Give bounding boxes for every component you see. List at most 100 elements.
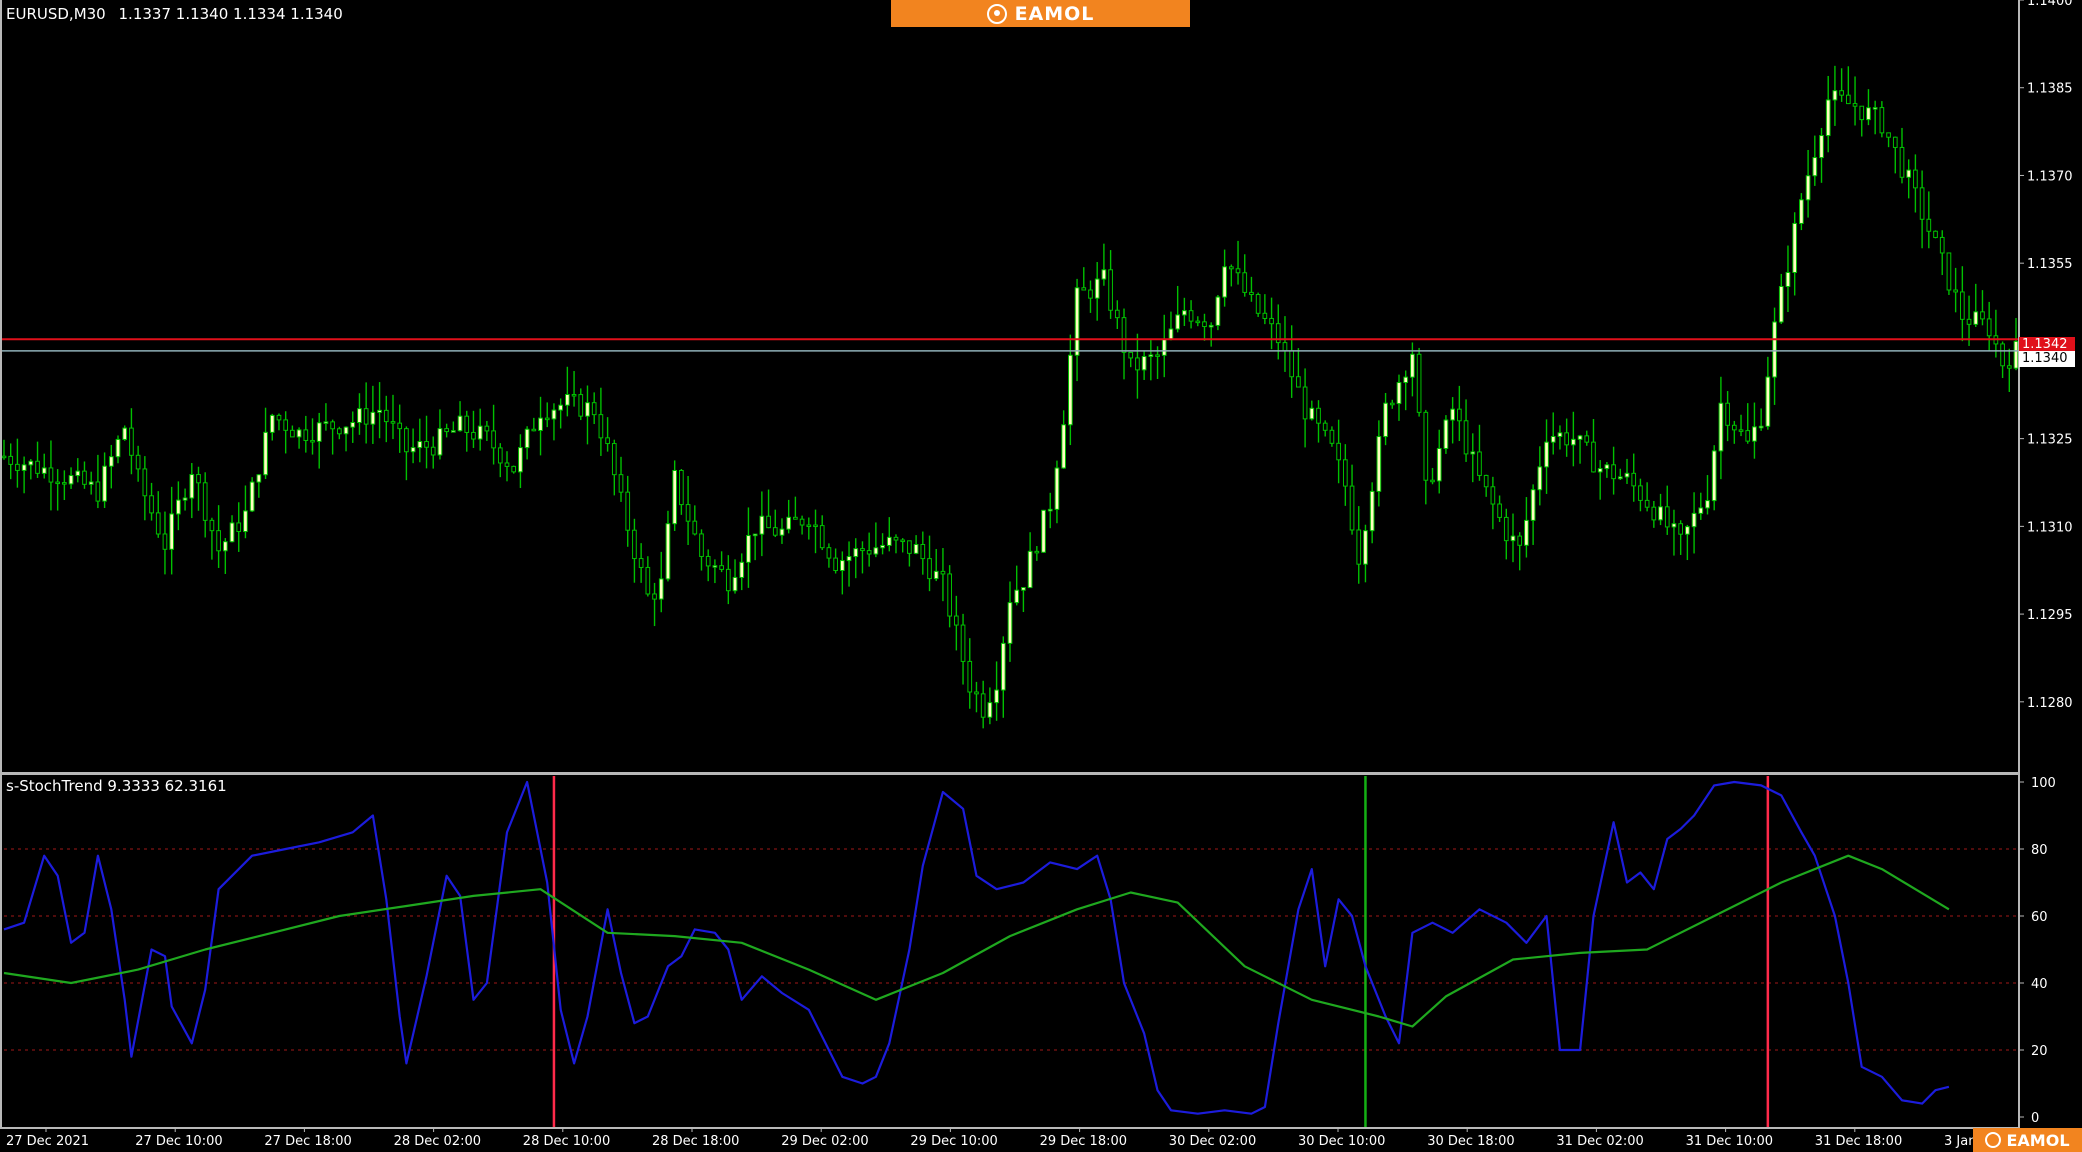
candle-body (1014, 589, 1020, 604)
candle-body (638, 558, 644, 568)
candle-body (1886, 132, 1891, 138)
candle-body (1228, 266, 1234, 270)
candle-body (1027, 550, 1033, 589)
candle-body (1389, 402, 1395, 406)
candle-body (980, 693, 986, 718)
candle-body (1792, 222, 1798, 273)
candle-body (1859, 105, 1865, 121)
candle-body (1960, 291, 1965, 320)
candle-body (1007, 602, 1013, 644)
candle-body (1457, 408, 1462, 422)
candle-body (209, 519, 215, 532)
candle-body (1141, 356, 1147, 371)
candle-body (1718, 402, 1724, 452)
time-tick-label: 28 Dec 02:00 (394, 1134, 481, 1149)
candle-body (1953, 289, 1958, 293)
candle-body (1550, 436, 1556, 443)
candle-body (1524, 519, 1529, 546)
candle-body (484, 425, 490, 432)
candle-body (685, 504, 691, 522)
candle-body (377, 409, 382, 413)
candle-body (477, 425, 483, 440)
candle-body (1644, 499, 1650, 508)
candle-body (1410, 353, 1415, 378)
candle-body (940, 570, 946, 575)
candle-body (786, 516, 792, 530)
candle-body (913, 543, 919, 554)
candle-body (813, 524, 818, 528)
candle-body (343, 426, 349, 435)
candle-body (1222, 266, 1227, 298)
candle-body (732, 576, 738, 592)
candle-body (1376, 436, 1382, 492)
candle-body (1591, 441, 1596, 473)
candle-body (229, 522, 235, 543)
candle-body (1805, 175, 1811, 201)
candle-body (873, 547, 879, 555)
symbol-name: EURUSD,M30 (6, 5, 106, 23)
candle-body (1745, 430, 1751, 442)
candle-body (826, 547, 832, 559)
eamol-corner-logo-text: EAMOL (2006, 1130, 2070, 1150)
candle-body (1597, 468, 1603, 473)
candle-body (1799, 199, 1804, 224)
candle-body (1249, 291, 1254, 296)
candle-body (927, 558, 932, 580)
candle-body (176, 499, 181, 515)
candle-body (68, 475, 74, 485)
time-tick-label: 27 Dec 18:00 (264, 1134, 351, 1149)
candle-body (1068, 354, 1073, 426)
candle-body (323, 421, 329, 424)
indicator-header: s-StochTrend 9.3333 62.3161 (6, 777, 227, 795)
candle-body (430, 446, 436, 456)
candle-body (900, 539, 906, 543)
indicator-tick-label: 20 (2031, 1044, 2048, 1059)
candle-body (390, 421, 396, 424)
candle-body (538, 417, 543, 431)
candle-body (88, 481, 94, 485)
candle-body (1839, 90, 1844, 96)
candle-body (565, 393, 570, 406)
candle-body (1731, 424, 1737, 431)
candle-body (705, 555, 711, 567)
candle-body (55, 481, 60, 485)
trading-chart[interactable]: 1.1400 1.1385 1.1370 1.1355 1.1325 1.1310 1.12… (0, 0, 2082, 1152)
time-tick-label: 30 Dec 02:00 (1169, 1134, 1256, 1149)
candle-body (363, 408, 369, 425)
candle-body (994, 689, 999, 704)
price-tick-label: 1.1310 (2027, 520, 2073, 535)
candle-body (1980, 311, 1985, 320)
candle-body (1021, 587, 1026, 591)
candle-body (611, 443, 617, 476)
candle-body (1913, 169, 1918, 189)
candle-body (1047, 508, 1053, 512)
candle-body (960, 624, 966, 662)
candle-body (1483, 474, 1489, 488)
candle-body (142, 468, 148, 497)
candle-body (1497, 503, 1502, 518)
candle-body (1175, 314, 1181, 330)
candle-body (95, 481, 101, 502)
candle-body (1061, 424, 1066, 469)
eamol-logo-text: EAMOL (1014, 2, 1095, 25)
candle-body (699, 533, 704, 557)
candle-body (1778, 285, 1784, 323)
candle-body (672, 469, 678, 525)
candle-body (1470, 451, 1476, 455)
candle-body (1738, 429, 1744, 432)
candle-body (833, 557, 838, 572)
candle-body (1282, 342, 1288, 352)
candle-body (1611, 464, 1616, 480)
time-tick-label: 29 Dec 10:00 (910, 1134, 997, 1149)
candle-body (860, 548, 865, 552)
candle-body (1041, 509, 1046, 553)
candle-body (444, 428, 449, 433)
eamol-logo-icon (986, 3, 1007, 24)
symbol-header: EURUSD,M30 1.1337 1.1340 1.1334 1.1340 (6, 5, 343, 23)
candle-body (216, 530, 221, 552)
time-tick-label: 31 Dec 18:00 (1815, 1134, 1902, 1149)
candle-body (933, 570, 939, 580)
candle-body (2013, 340, 2019, 369)
candle-body (122, 427, 128, 440)
candle-body (1631, 472, 1637, 487)
